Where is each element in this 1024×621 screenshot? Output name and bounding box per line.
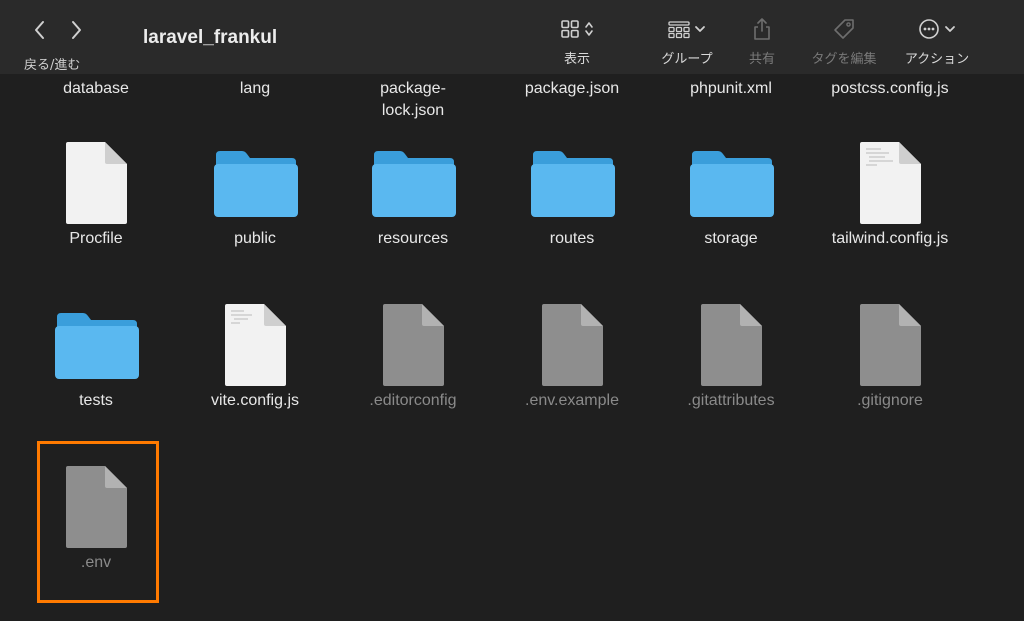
file-name: .gitattributes [687, 392, 775, 409]
hidden-document-icon [542, 304, 603, 386]
up-down-chevron-icon [585, 22, 593, 36]
file-item-tailwind-config[interactable]: tailwind.config.js [815, 138, 965, 250]
annotation-highlight-box [37, 441, 159, 603]
file-item-env-example[interactable]: .env.example [497, 300, 647, 412]
action-label: アクション [904, 52, 970, 67]
folder-icon [372, 151, 456, 217]
hidden-document-icon [860, 304, 921, 386]
file-item-routes[interactable]: routes [497, 138, 647, 250]
file-item-database[interactable]: database [21, 78, 171, 100]
toolbar: 戻る/進む laravel_frankul 表示 グループ 共有 タグを編集 ア… [0, 0, 1024, 74]
file-item-editorconfig[interactable]: .editorconfig [338, 300, 488, 412]
share-icon [754, 18, 770, 40]
file-name: package.json [524, 80, 620, 97]
group-button[interactable]: グループ [655, 14, 719, 70]
share-button[interactable]: 共有 [745, 14, 779, 70]
folder-icon [214, 151, 298, 217]
file-item-tests[interactable]: tests [21, 300, 171, 412]
back-button[interactable] [28, 18, 52, 42]
file-name: phpunit.xml [690, 80, 772, 97]
ellipsis-circle-icon [919, 19, 939, 39]
file-name: vite.config.js [210, 392, 300, 409]
chevron-left-icon [35, 21, 44, 39]
edit-tags-button[interactable]: タグを編集 [806, 14, 882, 70]
file-item-public[interactable]: public [180, 138, 330, 250]
file-name: tailwind.config.js [831, 230, 949, 247]
file-item-gitignore[interactable]: .gitignore [815, 300, 965, 412]
view-label: 表示 [563, 52, 590, 67]
file-item-storage[interactable]: storage [656, 138, 806, 250]
file-name: storage [704, 230, 758, 247]
file-name: lang [239, 80, 271, 97]
file-item-procfile[interactable]: Procfile [21, 138, 171, 250]
finder-window: 戻る/進む laravel_frankul 表示 グループ 共有 タグを編集 ア… [0, 0, 1024, 621]
document-icon [66, 142, 127, 224]
file-name-line1: package- [380, 80, 446, 97]
file-name: Procfile [69, 230, 123, 247]
file-item-postcss[interactable]: postcss.config.js [815, 78, 965, 100]
action-button[interactable]: アクション [899, 14, 975, 70]
view-button[interactable]: 表示 [549, 14, 605, 70]
group-label: グループ [661, 52, 713, 67]
file-name: public [234, 230, 276, 247]
hidden-document-icon [701, 304, 762, 386]
file-name: postcss.config.js [831, 80, 949, 97]
file-item-resources[interactable]: resources [338, 138, 488, 250]
folder-icon [690, 151, 774, 217]
window-title: laravel_frankul [143, 27, 278, 48]
chevron-down-icon [695, 26, 705, 32]
file-name: resources [377, 230, 449, 247]
chevron-down-icon [945, 26, 955, 32]
forward-button[interactable] [64, 18, 88, 42]
folder-icon [55, 313, 139, 379]
code-document-icon [225, 304, 286, 386]
share-label: 共有 [748, 52, 775, 67]
file-name: .gitignore [857, 392, 923, 409]
file-item-package-lock[interactable]: package- lock.json [338, 78, 488, 122]
file-name-line2: lock.json [381, 102, 445, 119]
folder-icon [531, 151, 615, 217]
file-item-gitattributes[interactable]: .gitattributes [656, 300, 806, 412]
nav-label: 戻る/進む [24, 58, 81, 73]
file-item-vite-config[interactable]: vite.config.js [180, 300, 330, 412]
file-name: .env.example [525, 392, 619, 409]
chevron-right-icon [72, 21, 81, 39]
file-name: database [63, 80, 129, 97]
file-item-lang[interactable]: lang [180, 78, 330, 100]
file-name: tests [79, 392, 113, 409]
edit-tags-label: タグを編集 [811, 52, 877, 67]
tag-icon [834, 19, 854, 39]
file-item-phpunit[interactable]: phpunit.xml [656, 78, 806, 100]
file-name: routes [549, 230, 595, 247]
hidden-document-icon [383, 304, 444, 386]
file-name: .editorconfig [369, 392, 457, 409]
file-item-package-json[interactable]: package.json [497, 78, 647, 100]
icon-grid-icon [561, 20, 579, 38]
group-grid-icon [668, 21, 690, 39]
code-document-icon [860, 142, 921, 224]
